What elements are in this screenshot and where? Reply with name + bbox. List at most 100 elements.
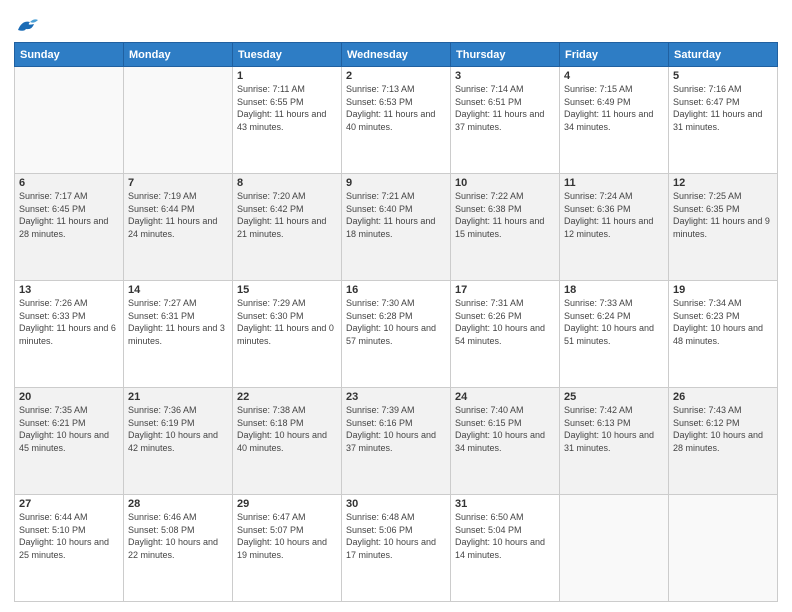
day-info: Sunrise: 7:39 AM Sunset: 6:16 PM Dayligh… [346, 404, 446, 454]
day-number: 7 [128, 177, 228, 189]
header-tuesday: Tuesday [233, 43, 342, 67]
calendar-cell: 2Sunrise: 7:13 AM Sunset: 6:53 PM Daylig… [342, 67, 451, 174]
day-info: Sunrise: 7:14 AM Sunset: 6:51 PM Dayligh… [455, 83, 555, 133]
calendar-cell: 7Sunrise: 7:19 AM Sunset: 6:44 PM Daylig… [124, 174, 233, 281]
weekday-header-row: Sunday Monday Tuesday Wednesday Thursday… [15, 43, 778, 67]
day-number: 5 [673, 70, 773, 82]
day-number: 20 [19, 391, 119, 403]
day-info: Sunrise: 7:21 AM Sunset: 6:40 PM Dayligh… [346, 190, 446, 240]
day-info: Sunrise: 7:16 AM Sunset: 6:47 PM Dayligh… [673, 83, 773, 133]
calendar-cell: 11Sunrise: 7:24 AM Sunset: 6:36 PM Dayli… [560, 174, 669, 281]
day-info: Sunrise: 6:44 AM Sunset: 5:10 PM Dayligh… [19, 511, 119, 561]
header-wednesday: Wednesday [342, 43, 451, 67]
day-number: 26 [673, 391, 773, 403]
calendar-cell: 14Sunrise: 7:27 AM Sunset: 6:31 PM Dayli… [124, 281, 233, 388]
calendar-cell [15, 67, 124, 174]
day-number: 31 [455, 498, 555, 510]
logo [14, 16, 38, 34]
day-number: 2 [346, 70, 446, 82]
calendar-cell: 12Sunrise: 7:25 AM Sunset: 6:35 PM Dayli… [669, 174, 778, 281]
calendar-cell: 8Sunrise: 7:20 AM Sunset: 6:42 PM Daylig… [233, 174, 342, 281]
day-number: 30 [346, 498, 446, 510]
day-number: 17 [455, 284, 555, 296]
day-info: Sunrise: 7:34 AM Sunset: 6:23 PM Dayligh… [673, 297, 773, 347]
day-info: Sunrise: 7:30 AM Sunset: 6:28 PM Dayligh… [346, 297, 446, 347]
calendar-cell [560, 495, 669, 602]
calendar-cell [669, 495, 778, 602]
calendar-cell: 22Sunrise: 7:38 AM Sunset: 6:18 PM Dayli… [233, 388, 342, 495]
day-number: 27 [19, 498, 119, 510]
day-number: 29 [237, 498, 337, 510]
calendar-cell: 28Sunrise: 6:46 AM Sunset: 5:08 PM Dayli… [124, 495, 233, 602]
day-info: Sunrise: 7:17 AM Sunset: 6:45 PM Dayligh… [19, 190, 119, 240]
day-info: Sunrise: 7:22 AM Sunset: 6:38 PM Dayligh… [455, 190, 555, 240]
day-info: Sunrise: 7:42 AM Sunset: 6:13 PM Dayligh… [564, 404, 664, 454]
calendar-cell: 3Sunrise: 7:14 AM Sunset: 6:51 PM Daylig… [451, 67, 560, 174]
day-info: Sunrise: 7:13 AM Sunset: 6:53 PM Dayligh… [346, 83, 446, 133]
day-info: Sunrise: 6:47 AM Sunset: 5:07 PM Dayligh… [237, 511, 337, 561]
day-info: Sunrise: 7:31 AM Sunset: 6:26 PM Dayligh… [455, 297, 555, 347]
calendar-cell: 18Sunrise: 7:33 AM Sunset: 6:24 PM Dayli… [560, 281, 669, 388]
calendar-cell: 10Sunrise: 7:22 AM Sunset: 6:38 PM Dayli… [451, 174, 560, 281]
day-info: Sunrise: 7:24 AM Sunset: 6:36 PM Dayligh… [564, 190, 664, 240]
day-number: 16 [346, 284, 446, 296]
calendar-cell: 21Sunrise: 7:36 AM Sunset: 6:19 PM Dayli… [124, 388, 233, 495]
day-info: Sunrise: 7:33 AM Sunset: 6:24 PM Dayligh… [564, 297, 664, 347]
page: Sunday Monday Tuesday Wednesday Thursday… [0, 0, 792, 612]
day-info: Sunrise: 6:50 AM Sunset: 5:04 PM Dayligh… [455, 511, 555, 561]
calendar-cell: 27Sunrise: 6:44 AM Sunset: 5:10 PM Dayli… [15, 495, 124, 602]
calendar-table: Sunday Monday Tuesday Wednesday Thursday… [14, 42, 778, 602]
calendar-cell: 6Sunrise: 7:17 AM Sunset: 6:45 PM Daylig… [15, 174, 124, 281]
day-number: 23 [346, 391, 446, 403]
day-number: 11 [564, 177, 664, 189]
header-monday: Monday [124, 43, 233, 67]
calendar-cell: 15Sunrise: 7:29 AM Sunset: 6:30 PM Dayli… [233, 281, 342, 388]
calendar-week-row: 27Sunrise: 6:44 AM Sunset: 5:10 PM Dayli… [15, 495, 778, 602]
calendar-week-row: 1Sunrise: 7:11 AM Sunset: 6:55 PM Daylig… [15, 67, 778, 174]
day-info: Sunrise: 7:15 AM Sunset: 6:49 PM Dayligh… [564, 83, 664, 133]
day-info: Sunrise: 7:43 AM Sunset: 6:12 PM Dayligh… [673, 404, 773, 454]
calendar-cell: 1Sunrise: 7:11 AM Sunset: 6:55 PM Daylig… [233, 67, 342, 174]
day-number: 19 [673, 284, 773, 296]
day-info: Sunrise: 6:46 AM Sunset: 5:08 PM Dayligh… [128, 511, 228, 561]
day-info: Sunrise: 7:19 AM Sunset: 6:44 PM Dayligh… [128, 190, 228, 240]
calendar-cell: 9Sunrise: 7:21 AM Sunset: 6:40 PM Daylig… [342, 174, 451, 281]
day-info: Sunrise: 7:20 AM Sunset: 6:42 PM Dayligh… [237, 190, 337, 240]
calendar-week-row: 6Sunrise: 7:17 AM Sunset: 6:45 PM Daylig… [15, 174, 778, 281]
day-number: 4 [564, 70, 664, 82]
calendar-cell: 30Sunrise: 6:48 AM Sunset: 5:06 PM Dayli… [342, 495, 451, 602]
day-info: Sunrise: 7:38 AM Sunset: 6:18 PM Dayligh… [237, 404, 337, 454]
header [14, 12, 778, 34]
calendar-cell: 16Sunrise: 7:30 AM Sunset: 6:28 PM Dayli… [342, 281, 451, 388]
header-saturday: Saturday [669, 43, 778, 67]
calendar-cell: 25Sunrise: 7:42 AM Sunset: 6:13 PM Dayli… [560, 388, 669, 495]
day-info: Sunrise: 7:29 AM Sunset: 6:30 PM Dayligh… [237, 297, 337, 347]
day-info: Sunrise: 7:26 AM Sunset: 6:33 PM Dayligh… [19, 297, 119, 347]
calendar-cell: 23Sunrise: 7:39 AM Sunset: 6:16 PM Dayli… [342, 388, 451, 495]
day-info: Sunrise: 6:48 AM Sunset: 5:06 PM Dayligh… [346, 511, 446, 561]
calendar-week-row: 20Sunrise: 7:35 AM Sunset: 6:21 PM Dayli… [15, 388, 778, 495]
day-number: 21 [128, 391, 228, 403]
calendar-cell: 31Sunrise: 6:50 AM Sunset: 5:04 PM Dayli… [451, 495, 560, 602]
day-info: Sunrise: 7:36 AM Sunset: 6:19 PM Dayligh… [128, 404, 228, 454]
day-number: 22 [237, 391, 337, 403]
calendar-cell: 20Sunrise: 7:35 AM Sunset: 6:21 PM Dayli… [15, 388, 124, 495]
calendar-cell: 5Sunrise: 7:16 AM Sunset: 6:47 PM Daylig… [669, 67, 778, 174]
calendar-cell: 13Sunrise: 7:26 AM Sunset: 6:33 PM Dayli… [15, 281, 124, 388]
header-sunday: Sunday [15, 43, 124, 67]
day-number: 1 [237, 70, 337, 82]
day-number: 15 [237, 284, 337, 296]
day-info: Sunrise: 7:35 AM Sunset: 6:21 PM Dayligh… [19, 404, 119, 454]
day-number: 14 [128, 284, 228, 296]
header-thursday: Thursday [451, 43, 560, 67]
day-number: 12 [673, 177, 773, 189]
day-number: 18 [564, 284, 664, 296]
calendar-cell: 29Sunrise: 6:47 AM Sunset: 5:07 PM Dayli… [233, 495, 342, 602]
calendar-cell: 17Sunrise: 7:31 AM Sunset: 6:26 PM Dayli… [451, 281, 560, 388]
day-number: 9 [346, 177, 446, 189]
day-number: 13 [19, 284, 119, 296]
day-info: Sunrise: 7:27 AM Sunset: 6:31 PM Dayligh… [128, 297, 228, 347]
calendar-cell: 24Sunrise: 7:40 AM Sunset: 6:15 PM Dayli… [451, 388, 560, 495]
day-number: 6 [19, 177, 119, 189]
day-number: 10 [455, 177, 555, 189]
